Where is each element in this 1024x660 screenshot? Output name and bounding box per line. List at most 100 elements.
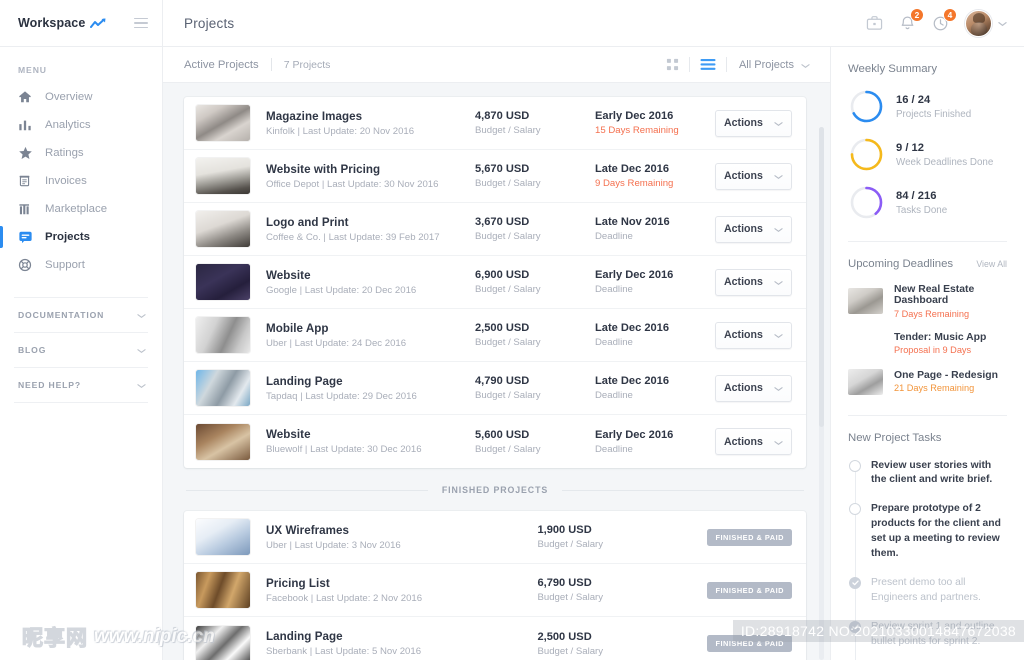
project-budget: 5,670 USD [475, 163, 530, 175]
actions-button[interactable]: Actions [715, 109, 792, 137]
task-item[interactable]: Review sprint 1 and outline bullet point… [848, 612, 1007, 660]
sidebar-item-label: Support [45, 259, 85, 271]
table-row[interactable]: Website Google | Last Update: 20 Dec 2016… [184, 256, 806, 309]
project-name-cell: Pricing List Facebook | Last Update: 2 No… [250, 577, 537, 604]
project-budget: 4,870 USD [475, 110, 530, 122]
view-all-link[interactable]: View All [976, 259, 1007, 269]
project-budget-cell: 5,670 USD Budget / Salary [475, 163, 595, 189]
sidebar-item-support[interactable]: Support [0, 251, 162, 279]
project-deadline-cell: Early Dec 2016 Deadline [595, 269, 715, 295]
task-item[interactable]: Prepare prototype of 2 products for the … [848, 495, 1007, 573]
project-budget: 3,670 USD [475, 216, 530, 228]
hamburger-icon[interactable] [134, 17, 148, 29]
status-badge: FINISHED & PAID [707, 581, 792, 599]
task-checkbox[interactable] [849, 503, 861, 516]
sidebar-item-ratings[interactable]: Ratings [0, 139, 162, 167]
task-checkbox[interactable] [849, 459, 861, 472]
table-row[interactable]: Website Bluewolf | Last Update: 30 Dec 20… [184, 415, 806, 468]
table-row[interactable]: Landing Page Sberbank | Last Update: 5 No… [184, 617, 806, 660]
table-row[interactable]: UX Wireframes Uber | Last Update: 3 Nov 2… [184, 511, 806, 564]
briefcase-icon[interactable] [866, 15, 883, 31]
upcoming-deadlines-list: New Real Estate Dashboard 7 Days Remainin… [848, 278, 1007, 401]
project-thumbnail [196, 370, 250, 406]
sidebar-item-overview[interactable]: Overview [0, 83, 162, 111]
sidebar-item-marketplace[interactable]: Marketplace [0, 195, 162, 223]
project-deadline-sub: Deadline [595, 337, 633, 348]
table-row[interactable]: Landing Page Tapdaq | Last Update: 29 Dec… [184, 362, 806, 415]
table-row[interactable]: Mobile App Uber | Last Update: 24 Dec 201… [184, 309, 806, 362]
deadline-item[interactable]: One Page - Redesign 21 Days Remaining [848, 363, 1007, 401]
main-area: Projects 2 4 Active Projects 7 Projects … [163, 0, 1024, 660]
tab-active-projects[interactable]: Active Projects [184, 59, 259, 71]
table-row[interactable]: Pricing List Facebook | Last Update: 2 No… [184, 564, 806, 617]
actions-button[interactable]: Actions [715, 215, 792, 243]
project-meta: Office Depot | Last Update: 30 Nov 2016 [266, 178, 439, 190]
project-name-cell: Website Google | Last Update: 20 Dec 2016 [250, 269, 475, 296]
project-deadline: Late Dec 2016 [595, 322, 670, 334]
sidebar-item-analytics[interactable]: Analytics [0, 111, 162, 139]
project-budget: 4,790 USD [475, 375, 530, 387]
task-item[interactable]: Present demo too all Engineers and partn… [848, 569, 1007, 617]
actions-button[interactable]: Actions [715, 321, 792, 349]
grid-view-icon[interactable] [656, 58, 689, 71]
project-name-cell: Website Bluewolf | Last Update: 30 Dec 20… [250, 428, 475, 455]
projects-scroll-area[interactable]: Magazine Images Kinfolk | Last Update: 20… [163, 83, 830, 660]
table-row[interactable]: Logo and Print Coffee & Co. | Last Update… [184, 203, 806, 256]
deadline-name: New Real Estate Dashboard [894, 284, 975, 306]
project-deadline-sub: Deadline [595, 284, 633, 295]
project-deadline-cell: Late Dec 2016 9 Days Remaining [595, 163, 715, 189]
sidebar-section-blog[interactable]: BLOG [14, 332, 148, 367]
sidebar-section-need-help[interactable]: NEED HELP? [14, 367, 148, 402]
project-budget: 6,790 USD [537, 577, 592, 589]
menu-section-label: MENU [18, 65, 47, 75]
section-label: BLOG [18, 345, 47, 355]
project-budget-cell: 3,670 USD Budget / Salary [475, 216, 595, 242]
deadline-item[interactable]: Tender: Music App Proposal in 9 Days [848, 325, 1007, 363]
deadline-name: One Page - Redesign [894, 369, 998, 381]
actions-label: Actions [724, 170, 763, 182]
content-row: Active Projects 7 Projects All Projects … [163, 47, 1024, 660]
table-row[interactable]: Website with Pricing Office Depot | Last … [184, 150, 806, 203]
brand-name: Workspace [18, 16, 86, 30]
user-menu[interactable] [965, 9, 1007, 37]
deadline-thumbnail [848, 368, 883, 395]
sidebar-item-invoices[interactable]: Invoices [0, 167, 162, 195]
task-checkbox[interactable] [849, 577, 861, 590]
actions-button[interactable]: Actions [715, 428, 792, 455]
task-item[interactable]: Review user stories with the client and … [848, 452, 1007, 500]
project-filter-dropdown[interactable]: All Projects [727, 58, 810, 72]
list-view-icon[interactable] [690, 58, 726, 71]
chevron-down-icon [137, 378, 146, 392]
deadline-sub: Proposal in 9 Days [894, 345, 972, 356]
notifications-icon[interactable]: 2 [899, 7, 924, 32]
actions-button[interactable]: Actions [715, 162, 792, 190]
project-meta: Bluewolf | Last Update: 30 Dec 2016 [266, 444, 422, 455]
task-label: Review user stories with the client and … [871, 459, 993, 486]
task-checkbox[interactable] [849, 620, 861, 633]
chevron-down-icon [774, 275, 783, 289]
project-deadline-sub: 15 Days Remaining [595, 125, 679, 136]
project-budget-cell: 6,900 USD Budget / Salary [475, 269, 595, 295]
project-thumbnail [196, 264, 250, 300]
actions-label: Actions [724, 117, 763, 129]
table-row[interactable]: Magazine Images Kinfolk | Last Update: 20… [184, 97, 806, 150]
right-panel: Weekly Summary 16 / 24 Projects Finished 9… [830, 47, 1024, 660]
project-thumbnail [196, 625, 250, 660]
deadline-item[interactable]: New Real Estate Dashboard 7 Days Remainin… [848, 278, 1007, 325]
topbar-actions: 2 4 [866, 7, 1007, 37]
actions-button[interactable]: Actions [715, 268, 792, 296]
actions-label: Actions [724, 223, 763, 235]
actions-label: Actions [724, 329, 763, 341]
scrollbar-thumb[interactable] [819, 127, 824, 427]
sidebar-item-projects[interactable]: Projects [0, 223, 162, 251]
chevron-down-icon [801, 58, 810, 72]
actions-label: Actions [724, 382, 763, 394]
project-meta: Kinfolk | Last Update: 20 Nov 2016 [266, 125, 415, 137]
sidebar-item-label: Analytics [45, 119, 91, 131]
invoice-icon [18, 174, 36, 188]
actions-button[interactable]: Actions [715, 374, 792, 402]
status-badge: FINISHED & PAID [707, 635, 792, 652]
chevron-down-icon [774, 222, 783, 236]
sidebar-section-documentation[interactable]: DOCUMENTATION [14, 297, 148, 332]
messages-icon[interactable]: 4 [932, 7, 957, 32]
